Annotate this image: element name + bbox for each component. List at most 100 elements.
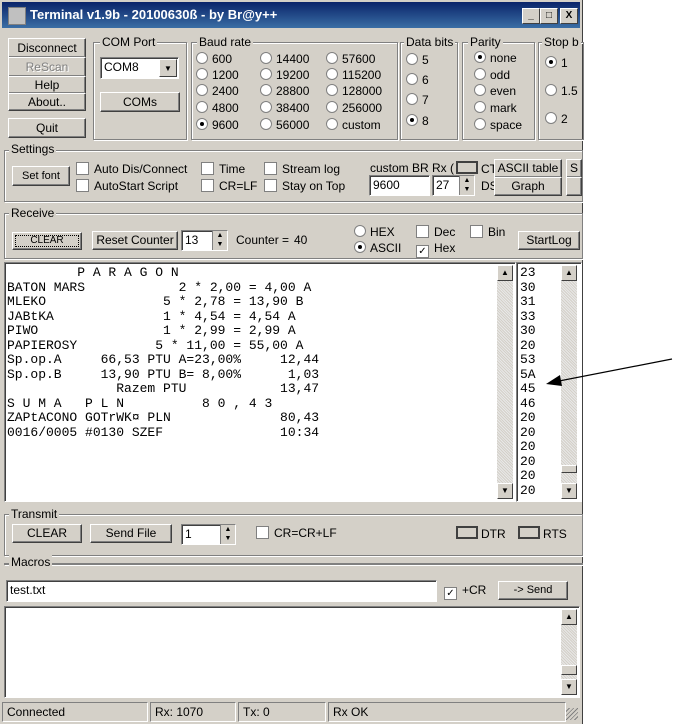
about-button[interactable]: About..	[8, 93, 86, 111]
baud-radio-14400[interactable]: 14400	[260, 52, 309, 66]
scroll-up-icon[interactable]: ▲	[561, 265, 577, 281]
parity-radio-even[interactable]: even	[474, 84, 516, 98]
parity-radio-space[interactable]: space	[474, 118, 522, 132]
autostart-script-checkbox[interactable]: AutoStart Script	[76, 179, 178, 193]
ascii-radio[interactable]: ASCII	[354, 241, 401, 255]
data-bits-radio-8[interactable]: 8	[406, 114, 429, 128]
repeat-spinner[interactable]: 1 ▲ ▼	[181, 524, 236, 545]
help-button[interactable]: Help	[8, 76, 86, 94]
cr-crlf-checkbox[interactable]: CR=CR+LF	[256, 526, 337, 540]
transmit-clear-button[interactable]: CLEAR	[12, 524, 82, 543]
radio-dot-icon	[260, 101, 272, 113]
baud-radio-256000[interactable]: 256000	[326, 101, 382, 115]
baud-radio-600[interactable]: 600	[196, 52, 232, 66]
baud-radio-115200[interactable]: 115200	[326, 68, 381, 82]
unnamed-button[interactable]	[566, 177, 582, 196]
receive-clear-button[interactable]: CLEAR	[12, 232, 82, 250]
scroll-thumb[interactable]	[561, 465, 577, 473]
startlog-button[interactable]: StartLog	[518, 231, 580, 250]
macro-input[interactable]: test.txt	[6, 580, 437, 602]
spinner-arrows-icon[interactable]: ▲ ▼	[212, 231, 227, 250]
radio-dot-icon	[260, 52, 272, 64]
close-button[interactable]: X	[560, 8, 578, 24]
data-bits-radio-5[interactable]: 5	[406, 53, 429, 67]
scroll-down-icon[interactable]: ▼	[561, 679, 577, 695]
scroll-down-icon[interactable]: ▼	[497, 483, 513, 499]
rescan-button[interactable]: ReScan	[8, 57, 86, 77]
auto-dis-connect-label: Auto Dis/Connect	[94, 162, 188, 176]
dec-checkbox[interactable]: Dec	[416, 225, 455, 239]
receive-line: BATON MARS 2 * 2,00 = 4,00 A	[7, 279, 312, 295]
time-checkbox[interactable]: Time	[201, 162, 245, 176]
baud-radio-28800[interactable]: 28800	[260, 84, 309, 98]
parity-radio-mark[interactable]: mark	[474, 101, 517, 115]
auto-dis-connect-checkbox[interactable]: Auto Dis/Connect	[76, 162, 187, 176]
data-bits-option-label: 7	[422, 93, 429, 107]
send-button[interactable]: -> Send	[498, 581, 568, 600]
spinner-arrows-icon[interactable]: ▲ ▼	[459, 176, 474, 195]
transmit-scrollbar[interactable]: ▲ ▼	[561, 609, 577, 695]
baud-radio-1200[interactable]: 1200	[196, 68, 239, 82]
ascii-table-button[interactable]: ASCII table	[494, 159, 562, 178]
rts-toggle[interactable]: RTS	[518, 526, 567, 541]
scroll-down-icon[interactable]: ▼	[561, 483, 577, 499]
resize-grip-icon[interactable]	[566, 708, 578, 720]
cr-lf-checkbox[interactable]: CR=LF	[201, 179, 257, 193]
baud-radio-4800[interactable]: 4800	[196, 101, 239, 115]
bin-checkbox[interactable]: Bin	[470, 225, 505, 239]
coms-button[interactable]: COMs	[100, 92, 180, 112]
hex-line: 53	[520, 352, 536, 367]
status-connected: Connected	[2, 702, 148, 722]
stay-on-top-checkbox[interactable]: Stay on Top	[264, 179, 345, 193]
hex-line: 20	[520, 424, 536, 440]
stream-log-checkbox[interactable]: Stream log	[264, 162, 340, 176]
parity-radio-odd[interactable]: odd	[474, 68, 510, 82]
com-port-select[interactable]: COM8 ▼	[100, 57, 179, 79]
hex-radio[interactable]: HEX	[354, 225, 395, 239]
baud-radio-9600[interactable]: 9600	[196, 118, 239, 132]
baud-radio-custom[interactable]: custom	[326, 118, 381, 132]
maximize-button[interactable]: □	[540, 8, 558, 24]
rx-spinner[interactable]: 27 ▲ ▼	[432, 175, 475, 196]
scroll-up-icon[interactable]: ▲	[561, 609, 577, 625]
scroll-up-icon[interactable]: ▲	[497, 265, 513, 281]
data-bits-option-label: 5	[422, 53, 429, 67]
scroll-thumb[interactable]	[561, 665, 577, 675]
dtr-toggle[interactable]: DTR	[456, 526, 506, 541]
stop-bits-radio-2[interactable]: 2	[545, 112, 568, 126]
receive-line: ZAPtACONO GOTrWK¤ PLN 80,43	[7, 410, 320, 425]
hex-checkbox[interactable]: ✓ Hex	[416, 241, 455, 258]
baud-radio-57600[interactable]: 57600	[326, 52, 375, 66]
baud-option-label: custom	[342, 118, 381, 132]
com-port-label: COM Port	[100, 35, 158, 49]
baud-radio-19200[interactable]: 19200	[260, 68, 309, 82]
transmit-text-area[interactable]: ▲ ▼	[4, 606, 580, 698]
send-file-button[interactable]: Send File	[90, 524, 172, 543]
graph-button[interactable]: Graph	[494, 177, 562, 196]
receive-text-area[interactable]: P A R A G O N BATON MARS 2 * 2,00 = 4,00 …	[4, 262, 516, 502]
plus-cr-checkbox[interactable]: ✓ +CR	[444, 583, 486, 600]
data-bits-radio-7[interactable]: 7	[406, 93, 429, 107]
minimize-button[interactable]: _	[522, 8, 540, 24]
set-font-button[interactable]: Set font	[12, 166, 70, 186]
baud-rate-label: Baud rate	[197, 35, 254, 49]
spinner-arrows-icon[interactable]: ▲ ▼	[220, 525, 235, 544]
title-bar[interactable]: Terminal v1.9b - 20100630ß - by Br@y++ _…	[2, 2, 580, 28]
receive-scrollbar[interactable]: ▲ ▼	[497, 265, 513, 499]
custom-br-input[interactable]: 9600	[369, 175, 430, 196]
quit-button[interactable]: Quit	[8, 118, 86, 138]
baud-radio-128000[interactable]: 128000	[326, 84, 382, 98]
disconnect-button[interactable]: Disconnect	[8, 38, 86, 58]
baud-radio-38400[interactable]: 38400	[260, 101, 309, 115]
parity-radio-none[interactable]: none	[474, 51, 517, 65]
counter-value: 40	[294, 233, 308, 247]
baud-radio-56000[interactable]: 56000	[260, 118, 309, 132]
reset-counter-button[interactable]: Reset Counter	[92, 231, 178, 250]
annotation-arrow-icon	[546, 358, 673, 386]
stop-bits-radio-1-5[interactable]: 1.5	[545, 84, 578, 98]
counter-spinner[interactable]: 13 ▲ ▼	[181, 230, 228, 251]
stop-bits-radio-1[interactable]: 1	[545, 56, 568, 70]
s-button[interactable]: S	[566, 159, 582, 178]
data-bits-radio-6[interactable]: 6	[406, 73, 429, 87]
baud-radio-2400[interactable]: 2400	[196, 84, 239, 98]
